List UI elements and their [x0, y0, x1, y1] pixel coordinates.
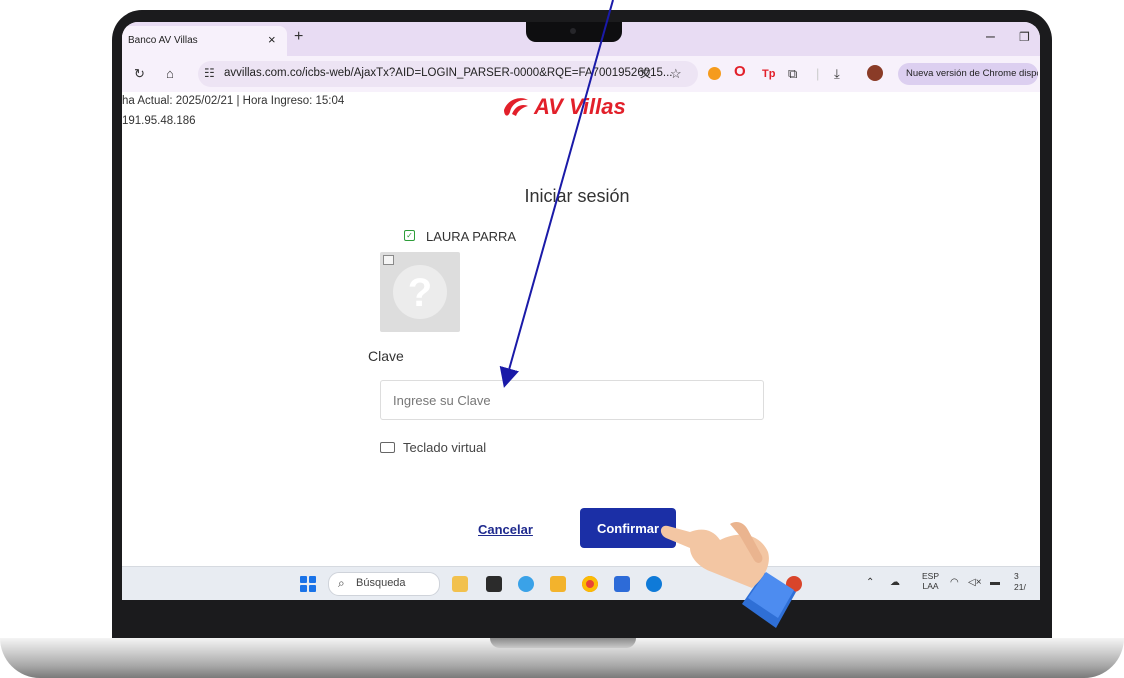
file-explorer-icon[interactable] [452, 576, 468, 592]
taskbar-search[interactable]: ⌕ Búsqueda [328, 572, 440, 596]
download-icon[interactable]: ⤓ [834, 66, 840, 82]
volume-muted-icon[interactable]: ◁× [968, 577, 982, 588]
brand-logo: AV Villas [502, 94, 626, 124]
onedrive-icon[interactable]: ☁ [890, 577, 900, 588]
lang-top: ESP [922, 571, 940, 581]
confirm-button[interactable]: Confirmar [580, 508, 676, 548]
puzzle-icon[interactable]: ⧉ [788, 66, 797, 82]
chevron-up-icon[interactable]: ⌃ [866, 577, 874, 588]
language-indicator[interactable]: ESP LAA [922, 571, 939, 591]
password-label: Clave [368, 348, 404, 364]
chrome-update-pill[interactable]: Nueva versión de Chrome disponible [898, 63, 1038, 85]
clock-top: 3 [1014, 571, 1019, 581]
profile-avatar[interactable] [867, 65, 883, 81]
windows-start-icon[interactable] [300, 576, 316, 592]
question-icon: ? [393, 265, 447, 319]
security-image: ? [380, 252, 460, 332]
url-text: avvillas.com.co/icbs-web/AjaxTx?AID=LOGI… [224, 67, 673, 79]
laptop-groove [490, 638, 636, 648]
camera-icon [570, 28, 576, 34]
session-date: ha Actual: 2025/02/21 | Hora Ingreso: 15… [122, 95, 345, 107]
wifi-icon[interactable]: ◠ [950, 577, 959, 588]
clock-bottom: 21/ [1014, 582, 1026, 592]
chrome-update-label: Nueva versión de Chrome disponible [906, 68, 1038, 79]
virtual-keyboard-link[interactable]: Teclado virtual [380, 440, 486, 455]
keyboard-icon [380, 442, 395, 453]
edge-icon[interactable] [646, 576, 662, 592]
tab-close-icon[interactable]: × [268, 32, 276, 47]
home-icon[interactable]: ⌂ [166, 66, 174, 82]
lang-bottom: LAA [922, 581, 939, 591]
star-icon[interactable]: ☆ [670, 66, 682, 82]
cancel-link[interactable]: Cancelar [478, 522, 533, 537]
brand-name: AV Villas [534, 94, 626, 119]
windows-taskbar: ⌕ Búsqueda ⌃ ☁ ESP LAA ◠ ◁× ▬ 3 21/ [122, 566, 1040, 600]
folder-icon[interactable] [550, 576, 566, 592]
session-ip: 191.95.48.186 [122, 115, 196, 127]
system-clock[interactable]: 3 21/ [1014, 571, 1026, 593]
browser-toolbar: ↻ ⌂ ☷ avvillas.com.co/icbs-web/AjaxTx?AI… [122, 56, 1040, 93]
browser-tab[interactable]: Banco AV Villas × [122, 26, 287, 56]
broken-image-icon [383, 255, 394, 265]
translate-icon[interactable]: 文 [640, 66, 651, 82]
reload-icon[interactable]: ↻ [134, 66, 145, 82]
extension-icon[interactable] [708, 67, 721, 80]
chrome-icon[interactable] [582, 576, 598, 592]
tune-icon[interactable]: ☷ [204, 66, 215, 80]
tab-title: Banco AV Villas [128, 35, 198, 46]
terminal-icon[interactable] [486, 576, 502, 592]
search-icon: ⌕ [338, 576, 345, 590]
check-icon: ✓ [404, 230, 415, 241]
minimize-icon[interactable]: – [986, 28, 995, 46]
camera-notch [526, 22, 622, 42]
password-input[interactable] [380, 380, 764, 420]
new-tab-icon[interactable]: + [294, 28, 303, 46]
toolbar-divider: | [816, 66, 820, 81]
user-name: LAURA PARRA [426, 229, 517, 244]
restore-icon[interactable]: ❐ [1019, 30, 1030, 44]
login-page: ha Actual: 2025/02/21 | Hora Ingreso: 15… [122, 92, 1040, 566]
tp-icon[interactable]: Tp [762, 66, 775, 82]
virtual-keyboard-label: Teclado virtual [403, 440, 487, 455]
opera-icon[interactable]: O [734, 64, 746, 80]
brand-logo-icon [504, 98, 528, 116]
powerpoint-icon[interactable] [786, 576, 802, 592]
address-bar[interactable]: ☷ avvillas.com.co/icbs-web/AjaxTx?AID=LO… [198, 61, 698, 87]
taskbar-search-label: Búsqueda [356, 577, 406, 589]
copilot-icon[interactable] [518, 576, 534, 592]
page-title: Iniciar sesión [524, 186, 630, 206]
laptop-screen: Banco AV Villas × + – ❐ ↻ ⌂ ☷ avvillas.c… [122, 22, 1040, 600]
store-icon[interactable] [614, 576, 630, 592]
battery-icon[interactable]: ▬ [990, 577, 1000, 588]
